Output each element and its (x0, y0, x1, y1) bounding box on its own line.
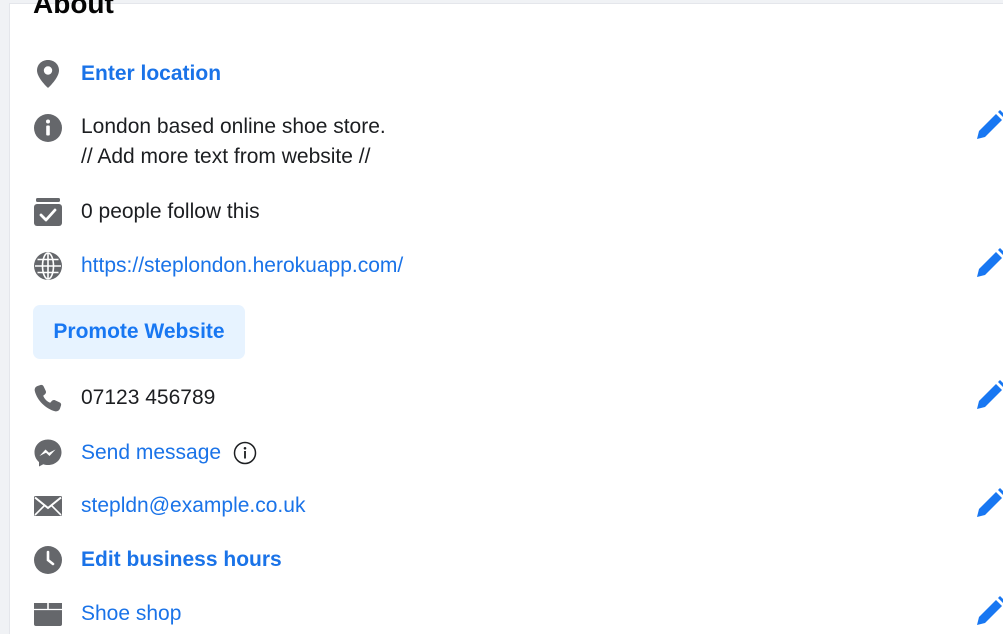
promote-website-button[interactable]: Promote Website (33, 305, 245, 359)
description-text: London based online shoe store. // Add m… (81, 112, 386, 172)
info-outline-icon[interactable] (233, 441, 257, 465)
followers-count: 0 people follow this (81, 200, 260, 223)
website-link[interactable]: https://steplondon.herokuapp.com/ (81, 251, 403, 281)
about-row-message: Send message (33, 438, 257, 468)
about-row-followers: 0 people follow this (33, 197, 260, 227)
edit-email-pencil-icon[interactable] (974, 488, 1003, 520)
globe-icon (33, 251, 63, 281)
about-row-website: https://steplondon.herokuapp.com/ (33, 251, 403, 281)
email-link[interactable]: stepldn@example.co.uk (81, 491, 305, 521)
shop-tag-icon (33, 599, 63, 629)
description-line-1: London based online shoe store. (81, 115, 386, 138)
about-row-category: Shoe shop (33, 599, 181, 629)
description-line-2: // Add more text from website // (81, 145, 371, 168)
edit-description-pencil-icon[interactable] (974, 110, 1003, 142)
edit-category-pencil-icon[interactable] (974, 596, 1003, 628)
section-title: About (33, 0, 114, 19)
send-message-link[interactable]: Send message (81, 438, 221, 468)
clock-icon (33, 545, 63, 575)
about-row-description: London based online shoe store. // Add m… (33, 112, 386, 172)
category-link[interactable]: Shoe shop (81, 599, 181, 629)
about-row-email: stepldn@example.co.uk (33, 491, 305, 521)
messenger-icon (33, 438, 63, 468)
about-row-hours: Edit business hours (33, 545, 282, 575)
info-circle-icon (33, 113, 63, 143)
about-row-phone: 07123 456789 (33, 383, 215, 413)
about-row-location: Enter location (33, 59, 221, 89)
edit-phone-pencil-icon[interactable] (974, 380, 1003, 412)
enter-location-link[interactable]: Enter location (81, 59, 221, 89)
phone-icon (33, 383, 63, 413)
phone-number: 07123 456789 (81, 386, 216, 409)
envelope-icon (33, 491, 63, 521)
left-panel-edge (0, 0, 10, 634)
map-pin-icon (33, 59, 63, 89)
top-panel-edge (9, 0, 1003, 4)
edit-business-hours-link[interactable]: Edit business hours (81, 545, 282, 575)
edit-website-pencil-icon[interactable] (974, 248, 1003, 280)
check-box-icon (33, 197, 63, 227)
